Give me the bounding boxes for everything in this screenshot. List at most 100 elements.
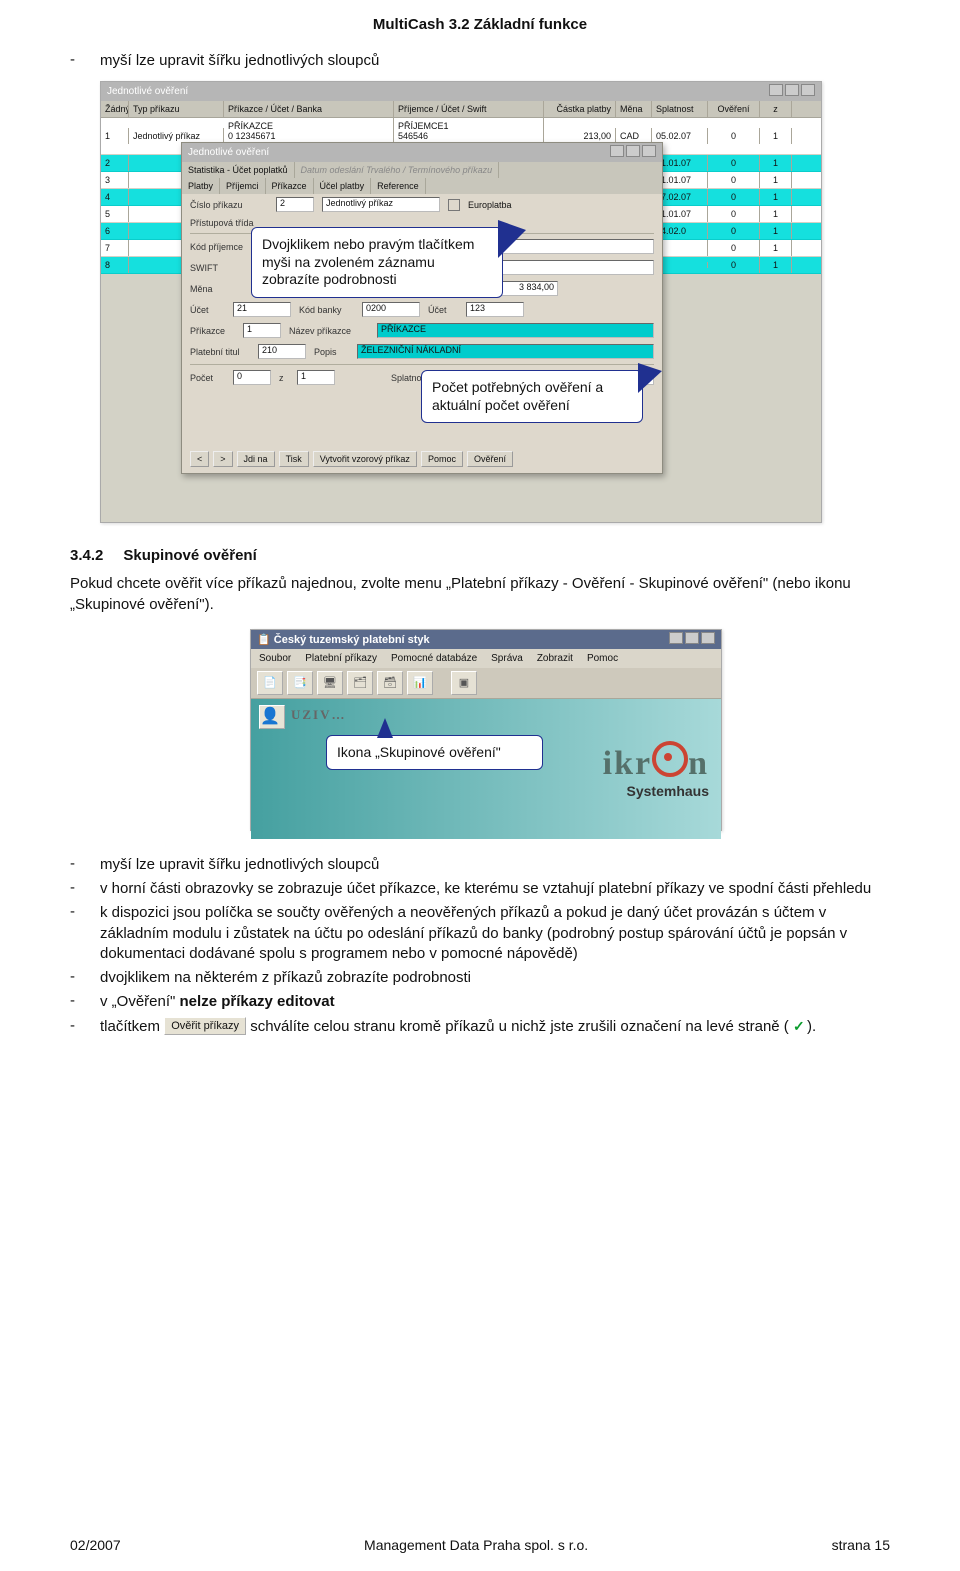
- menubar: Soubor Platební příkazy Pomocné databáze…: [251, 649, 721, 668]
- menu-pomoc[interactable]: Pomoc: [583, 652, 622, 665]
- tool-icon[interactable]: ▣: [451, 671, 477, 695]
- btn-print[interactable]: Tisk: [279, 451, 309, 467]
- tool-icon[interactable]: 🗃: [377, 671, 403, 695]
- fld-ucet[interactable]: 21: [233, 302, 291, 317]
- fld-prik[interactable]: 1: [243, 323, 281, 338]
- lbl-prik: Příkazce: [190, 326, 235, 336]
- btn-goto[interactable]: Jdi na: [237, 451, 275, 467]
- inner-buttonbar: < > Jdi na Tisk Vytvořit vzorový příkaz …: [182, 451, 662, 467]
- fld-cislo[interactable]: 2: [276, 197, 314, 212]
- col-splat: Splatnost: [652, 101, 708, 117]
- lbl-kb: Kód banky: [299, 305, 354, 315]
- fld-kb[interactable]: 0200: [362, 302, 420, 317]
- screenshot-table-window: Jednotlivé ověření Žádný Typ příkazu Pří…: [100, 81, 822, 523]
- lbl-pt: Platební titul: [190, 347, 250, 357]
- col-typ: Typ příkazu: [129, 101, 224, 117]
- lbl-ucet: Účet: [190, 305, 225, 315]
- menu-db[interactable]: Pomocné databáze: [387, 652, 481, 665]
- fld-z[interactable]: 1: [297, 370, 335, 385]
- tool-icon[interactable]: 📊: [407, 671, 433, 695]
- menu-zobrazit[interactable]: Zobrazit: [533, 652, 577, 665]
- lbl-cislo: Číslo příkazu: [190, 200, 268, 210]
- outer-titlebar: Jednotlivé ověření: [101, 82, 821, 101]
- lbl-swift: SWIFT: [190, 263, 250, 273]
- btn-template[interactable]: Vytvořit vzorový příkaz: [313, 451, 417, 467]
- fld-pocet[interactable]: 0: [233, 370, 271, 385]
- bullet-intro: - myší lze upravit šířku jednotlivých sl…: [70, 51, 890, 71]
- checkmark-icon: [793, 1020, 807, 1032]
- tab-prikazce[interactable]: Příkazce: [266, 178, 314, 194]
- section-heading: 3.4.2 Skupinové ověření: [70, 547, 890, 564]
- verify-button-inline[interactable]: Ověřit příkazy: [164, 1017, 246, 1036]
- callout-icon: Ikona „Skupinové ověření": [326, 735, 543, 771]
- tab-platby[interactable]: Platby: [182, 178, 220, 194]
- window-controls: [767, 84, 815, 99]
- dash: -: [70, 51, 80, 71]
- fld-np[interactable]: PŘÍKAZCE: [377, 323, 654, 338]
- col-over: Ověření: [708, 101, 760, 117]
- lbl-kod: Kód příjemce: [190, 242, 250, 252]
- fld-ucet2[interactable]: 123: [466, 302, 524, 317]
- section-para: Pokud chcete ověřit více příkazů najedno…: [70, 574, 890, 615]
- page-footer: 02/2007 Management Data Praha spol. s r.…: [70, 1537, 890, 1553]
- menu-soubor[interactable]: Soubor: [255, 652, 295, 665]
- logo: ikrn: [603, 738, 709, 783]
- callout-count: Počet potřebných ověření a aktuální poče…: [421, 370, 643, 423]
- bullet-text: myší lze upravit šířku jednotlivých slou…: [100, 51, 890, 71]
- inner-tabrow-1: Statistika - Účet poplatků Datum odeslán…: [182, 162, 662, 178]
- bullet: - myší lze upravit šířku jednotlivých sl…: [70, 855, 890, 875]
- user-name: UZIV…: [291, 707, 347, 723]
- lbl-euro: Europlatba: [468, 200, 512, 210]
- logo-subtitle: Systemhaus: [603, 783, 709, 799]
- fld-popis[interactable]: ŽELEZNIČNÍ NÁKLADNÍ: [357, 344, 654, 359]
- col-mena: Měna: [616, 101, 652, 117]
- col-prikazce: Příkazce / Účet / Banka: [224, 101, 394, 117]
- tool-icon[interactable]: 📄: [257, 671, 283, 695]
- tab-stat[interactable]: Statistika - Účet poplatků: [182, 162, 295, 178]
- logo-at-icon: [652, 741, 688, 777]
- tool-icon[interactable]: 🗂: [347, 671, 373, 695]
- col-z: z: [760, 101, 792, 117]
- menu-prikazy[interactable]: Platební příkazy: [301, 652, 381, 665]
- document-page: MultiCash 3.2 Základní funkce - myší lze…: [0, 0, 960, 1571]
- bullet: - k dispozici jsou políčka se součty ově…: [70, 903, 890, 964]
- lbl-mena: Měna: [190, 284, 250, 294]
- section-number: 3.4.2: [70, 547, 103, 564]
- chk-euro[interactable]: [448, 199, 460, 211]
- btn-next[interactable]: >: [213, 451, 232, 467]
- tab-ucel[interactable]: Účel platby: [314, 178, 372, 194]
- bullet: - tlačítkem Ověřit příkazy schválíte cel…: [70, 1017, 890, 1037]
- bullet: - v „Ověření" nelze příkazy editovat: [70, 992, 890, 1012]
- lbl-ucet2: Účet: [428, 305, 458, 315]
- col-zadny: Žádný: [101, 101, 129, 117]
- tab-datum[interactable]: Datum odeslání Trvalého / Termínového př…: [295, 162, 500, 178]
- btn-prev[interactable]: <: [190, 451, 209, 467]
- lbl-np: Název příkazce: [289, 326, 369, 336]
- lbl-popis: Popis: [314, 347, 349, 357]
- tool-icon[interactable]: 🖥: [317, 671, 343, 695]
- toolbar: 📄 📑 🖥 🗂 🗃 📊 ▣: [251, 668, 721, 699]
- inner-tabrow-2: Platby Příjemci Příkazce Účel platby Ref…: [182, 178, 662, 194]
- tab-prijemci[interactable]: Příjemci: [220, 178, 266, 194]
- menu-sprava[interactable]: Správa: [487, 652, 527, 665]
- callout-doubleclick: Dvojklikem nebo pravým tlačítkem myši na…: [251, 227, 503, 298]
- group-verify-icon[interactable]: 📑: [287, 671, 313, 695]
- screenshot-menu-window: 📋 Český tuzemský platební styk Soubor Pl…: [250, 629, 722, 831]
- footer-page: strana 15: [832, 1537, 890, 1553]
- col-castka: Částka platby: [544, 101, 616, 117]
- fld-pt[interactable]: 210: [258, 344, 306, 359]
- table-header: Žádný Typ příkazu Příkazce / Účet / Bank…: [101, 101, 821, 118]
- inner-title: Jednotlivé ověření: [188, 147, 269, 158]
- section-title: Skupinové ověření: [123, 547, 256, 564]
- outer-title: Jednotlivé ověření: [107, 86, 188, 97]
- bullet: - dvojklikem na některém z příkazů zobra…: [70, 968, 890, 988]
- inner-detail-window: Jednotlivé ověření Statistika - Účet pop…: [181, 142, 663, 474]
- btn-verify[interactable]: Ověření: [467, 451, 513, 467]
- bullet: - v horní části obrazovky se zobrazuje ú…: [70, 879, 890, 899]
- tab-ref[interactable]: Reference: [371, 178, 426, 194]
- btn-help[interactable]: Pomoc: [421, 451, 463, 467]
- user-avatar-icon[interactable]: 👤: [259, 705, 285, 729]
- col-prijemce: Příjemce / Účet / Swift: [394, 101, 544, 117]
- fld-typ[interactable]: Jednotlivý příkaz: [322, 197, 440, 212]
- footer-org: Management Data Praha spol. s r.o.: [364, 1537, 588, 1553]
